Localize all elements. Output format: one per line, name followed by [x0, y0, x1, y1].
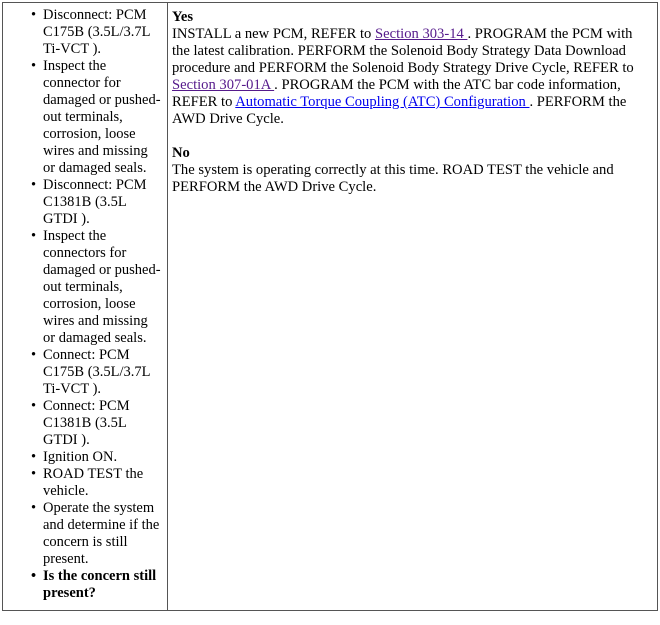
result-branch-yes: Yes INSTALL a new PCM, REFER to Section …	[172, 9, 651, 128]
results-cell: Yes INSTALL a new PCM, REFER to Section …	[167, 2, 658, 611]
link-atc-configuration[interactable]: Automatic Torque Coupling (ATC) Configur…	[235, 94, 529, 110]
yes-text-segment-1: INSTALL a new PCM, REFER to	[172, 26, 376, 42]
diagnostic-procedure-table: Disconnect: PCM C175B (3.5L/3.7L Ti-VCT …	[2, 2, 658, 611]
list-item: Ignition ON.	[31, 449, 163, 466]
result-branch-no: No The system is operating correctly at …	[172, 145, 651, 196]
list-item: Disconnect: PCM C175B (3.5L/3.7L Ti-VCT …	[31, 7, 163, 58]
list-item: Connect: PCM C175B (3.5L/3.7L Ti-VCT ).	[31, 347, 163, 398]
table-row: Disconnect: PCM C175B (3.5L/3.7L Ti-VCT …	[2, 2, 658, 611]
link-section-303-14[interactable]: Section 303-14	[375, 26, 467, 42]
procedure-page: Disconnect: PCM C175B (3.5L/3.7L Ti-VCT …	[0, 2, 660, 625]
branch-body-no: The system is operating correctly at thi…	[172, 162, 614, 195]
branch-label-no: No	[172, 145, 190, 161]
action-step-list: Disconnect: PCM C175B (3.5L/3.7L Ti-VCT …	[7, 7, 163, 602]
list-item: Disconnect: PCM C1381B (3.5L GTDI ).	[31, 177, 163, 228]
branch-label-yes: Yes	[172, 9, 194, 25]
branch-body-yes: INSTALL a new PCM, REFER to Section 303-…	[172, 26, 651, 128]
list-item: Inspect the connector for damaged or pus…	[31, 58, 163, 177]
actions-content: Disconnect: PCM C175B (3.5L/3.7L Ti-VCT …	[3, 3, 167, 610]
list-item: Inspect the connectors for damaged or pu…	[31, 228, 163, 347]
list-item: Operate the system and determine if the …	[31, 500, 163, 568]
actions-cell: Disconnect: PCM C175B (3.5L/3.7L Ti-VCT …	[2, 2, 168, 611]
link-section-307-01a[interactable]: Section 307-01A	[172, 77, 274, 93]
results-content: Yes INSTALL a new PCM, REFER to Section …	[168, 3, 657, 204]
list-item: ROAD TEST the vehicle.	[31, 466, 163, 500]
list-item-question: Is the concern still present?	[31, 568, 163, 602]
list-item: Connect: PCM C1381B (3.5L GTDI ).	[31, 398, 163, 449]
